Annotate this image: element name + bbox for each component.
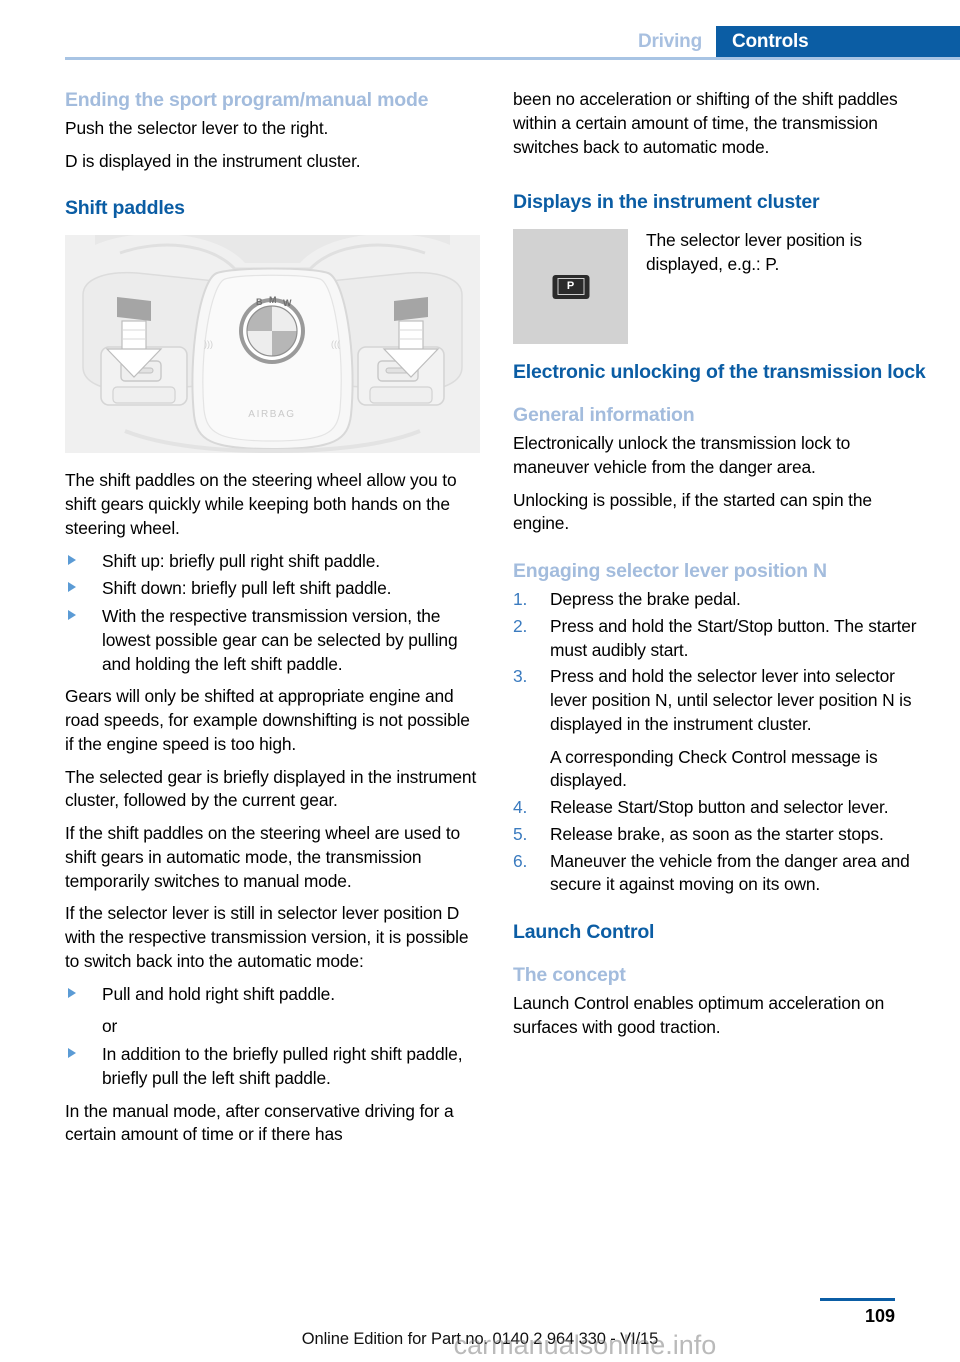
list-shift-paddle-actions: Shift up: briefly pull right shift paddl…: [65, 550, 480, 677]
heading-the-concept: The concept: [513, 964, 626, 987]
park-indicator-inner: P: [557, 278, 584, 296]
park-indicator-icon: P: [552, 274, 589, 299]
step-continuation: A corresponding Check Control message is…: [550, 746, 878, 791]
heading-launch-control: Launch Control: [513, 921, 655, 944]
svg-text:(((: (((: [331, 339, 340, 349]
step-text: Depress the brake pedal.: [550, 589, 741, 610]
triangle-bullet-icon: [68, 582, 76, 593]
step-text: Press and hold the Start/Stop button. Th…: [550, 615, 917, 660]
list-item: With the respective transmission version…: [65, 605, 480, 676]
left-column: Ending the sport program/manual mode Pus…: [65, 88, 480, 1156]
step-item: 2. Press and hold the Start/Stop button.…: [513, 615, 928, 663]
paragraph-shift-paddles-intro: The shift paddles on the steering wheel …: [65, 470, 457, 538]
step-text: Release Start/Stop button and selector l…: [550, 797, 889, 818]
step-item: 4. Release Start/Stop button and selecto…: [513, 796, 928, 820]
step-item: 3. Press and hold the selector lever int…: [513, 665, 928, 793]
heading-shift-paddles: Shift paddles: [65, 197, 185, 220]
list-item: In addition to the briefly pulled right …: [65, 1043, 480, 1091]
step-text: Maneuver the vehicle from the danger are…: [550, 850, 910, 895]
paragraph-continued-from-left: been no acceleration or shifting of the …: [513, 89, 898, 157]
step-number: 2.: [513, 615, 528, 636]
step-number: 3.: [513, 666, 528, 687]
step-number: 6.: [513, 850, 528, 871]
heading-ending-sport-program: Ending the sport program/manual mode: [65, 89, 429, 111]
footer-edition-note: Online Edition for Part no. 0140 2 964 3…: [301, 1330, 659, 1348]
step-number: 1.: [513, 589, 528, 610]
paragraph-if-paddles-used: If the shift paddles on the steering whe…: [65, 823, 461, 891]
steering-wheel-illustration: B M W ))) ((( AIRBAG: [65, 235, 480, 454]
park-indicator-letter: P: [566, 280, 575, 293]
svg-text:M: M: [269, 295, 277, 305]
list-item: Shift down: briefly pull left shift padd…: [65, 577, 480, 601]
list-item-label: With the respective transmission version…: [102, 606, 458, 674]
page-number: 109: [864, 1306, 895, 1326]
step-number: 4.: [513, 797, 528, 818]
list-switch-back-automatic: Pull and hold right shift paddle.: [65, 983, 480, 1007]
list-item-label: Shift up: briefly pull right shift paddl…: [102, 550, 380, 571]
instrument-cluster-thumbnail: P: [513, 229, 628, 345]
right-column: been no acceleration or shifting of the …: [513, 88, 928, 1048]
step-text: Release brake, as soon as the starter st…: [550, 823, 884, 844]
triangle-bullet-icon: [68, 554, 76, 565]
heading-engaging-selector-lever-n: Engaging selector lever position N: [513, 560, 827, 583]
heading-displays-instrument-cluster: Displays in the instrument cluster: [513, 191, 820, 214]
list-item-label: Pull and hold right shift paddle.: [102, 983, 335, 1004]
triangle-bullet-icon: [68, 1048, 76, 1059]
paragraph-push-selector-lever: Push the selector lever to the right.: [65, 117, 329, 138]
triangle-bullet-icon: [68, 610, 76, 621]
tab-controls[interactable]: Controls: [716, 26, 960, 58]
list-item-label: Shift down: briefly pull left shift padd…: [102, 578, 392, 599]
list-switch-back-automatic-2: In addition to the briefly pulled right …: [65, 1043, 480, 1091]
step-item: 6. Maneuver the vehicle from the danger …: [513, 850, 928, 898]
header-tabs: Driving Controls: [627, 26, 960, 58]
list-engaging-steps: 1. Depress the brake pedal. 2. Press and…: [513, 588, 928, 897]
tab-driving[interactable]: Driving: [627, 26, 716, 58]
svg-text:W: W: [283, 298, 292, 308]
heading-general-information: General information: [513, 404, 695, 427]
paragraph-electronically-unlock: Electronically unlock the transmission l…: [513, 433, 851, 477]
paragraph-unlocking-possible: Unlocking is possible, if the started ca…: [513, 489, 872, 534]
step-item: 1. Depress the brake pedal.: [513, 588, 928, 612]
list-item: Pull and hold right shift paddle.: [65, 983, 480, 1007]
tab-controls-label: Controls: [732, 31, 809, 52]
list-or-separator: or: [102, 1016, 118, 1037]
step-text: Press and hold the selector lever into s…: [550, 666, 912, 734]
paragraph-selected-gear: The selected gear is briefly displayed i…: [65, 766, 477, 811]
footer-divider: [820, 1298, 895, 1301]
step-item: 5. Release brake, as soon as the starter…: [513, 823, 928, 847]
svg-text:))): ))): [204, 339, 213, 349]
triangle-bullet-icon: [68, 987, 76, 998]
page-header: Driving Controls: [0, 0, 960, 60]
svg-text:AIRBAG: AIRBAG: [248, 409, 295, 420]
header-divider: [65, 57, 960, 60]
step-number: 5.: [513, 823, 528, 844]
heading-electronic-unlocking: Electronic unlocking of the transmission…: [513, 361, 926, 384]
tab-driving-label: Driving: [637, 31, 702, 52]
paragraph-launch-control-desc: Launch Control enables optimum accelerat…: [513, 992, 885, 1037]
list-item-label: In addition to the briefly pulled right …: [102, 1044, 463, 1088]
paragraph-manual-mode-conservative: In the manual mode, after conservative d…: [65, 1100, 454, 1145]
paragraph-if-selector-lever: If the selector lever is still in select…: [65, 903, 469, 971]
paragraph-d-displayed: D is displayed in the instrument cluster…: [65, 150, 361, 171]
figure-steering-wheel: B M W ))) ((( AIRBAG: [65, 235, 480, 454]
instrument-cluster-caption: The selector lever position is displayed…: [646, 230, 862, 274]
figure-instrument-cluster-row: P The selector lever position is display…: [513, 229, 928, 345]
list-item: Shift up: briefly pull right shift paddl…: [65, 550, 480, 574]
svg-text:B: B: [256, 297, 263, 307]
page-footer: 109 Online Edition for Part no. 0140 2 9…: [0, 1290, 960, 1362]
paragraph-gears-shifted: Gears will only be shifted at appropriat…: [65, 686, 470, 754]
